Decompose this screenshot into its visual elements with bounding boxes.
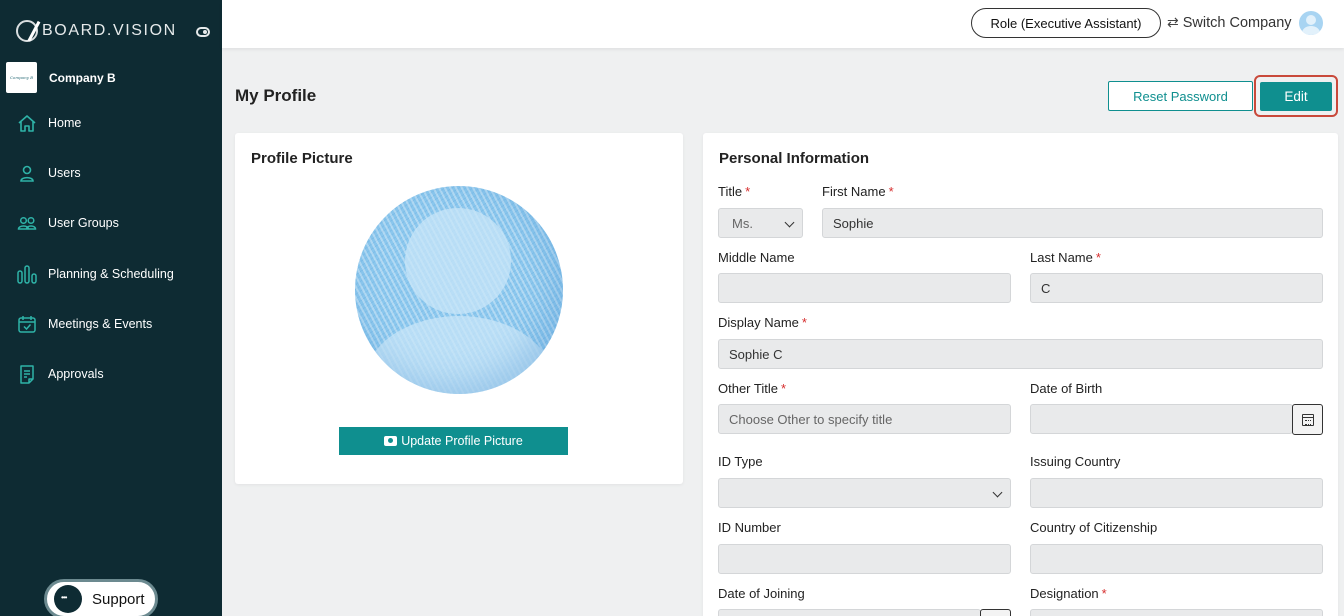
sidebar-item-label: Planning & Scheduling [48,267,174,281]
update-profile-picture-button[interactable]: Update Profile Picture [339,427,568,455]
brand-name: BOARD.VISION [42,22,177,39]
reset-password-button[interactable]: Reset Password [1108,81,1253,111]
title-select[interactable]: Ms. [718,208,803,238]
country-of-citizenship-field[interactable] [1030,544,1323,574]
last-name-field[interactable]: C [1030,273,1323,303]
user-icon [20,165,34,182]
issuing-country-label: Issuing Country [1030,454,1121,469]
user-groups-icon [17,216,37,230]
switch-arrows-icon: ⇄ [1167,14,1179,30]
date-of-birth-calendar-button[interactable] [1292,404,1323,435]
sidebar-item-label: Meetings & Events [48,317,153,331]
sidebar-toggle-icon[interactable] [196,27,210,37]
switch-company-label: Switch Company [1182,14,1292,31]
personal-information-title: Personal Information [719,150,870,167]
first-name-label: First Name * [822,184,894,199]
designation-field[interactable] [1030,609,1323,616]
date-of-birth-label: Date of Birth [1030,381,1103,396]
sidebar-item-approvals[interactable]: Approvals [0,354,222,394]
sidebar: BOARD.VISION Company B Company B Home Us… [0,0,222,616]
document-icon [20,365,34,384]
bar-chart-icon [17,265,37,284]
last-name-label: Last Name * [1030,250,1101,265]
middle-name-field[interactable] [718,273,1011,303]
company-logo: Company B [6,62,37,93]
display-name-label: Display Name * [718,315,807,330]
sidebar-item-planning-scheduling[interactable]: Planning & Scheduling [0,254,222,294]
first-name-field[interactable]: Sophie [822,208,1323,238]
support-button[interactable]: Support [44,579,158,616]
support-label: Support [92,590,145,608]
country-of-citizenship-label: Country of Citizenship [1030,520,1158,535]
title-label: Title * [718,184,751,199]
top-bar: Role (Executive Assistant) ⇄ Switch Comp… [222,0,1344,48]
edit-button[interactable]: Edit [1260,82,1332,111]
sidebar-item-label: Users [48,166,81,180]
company-name: Company B [49,70,116,85]
sidebar-item-label: Approvals [48,367,104,381]
sidebar-item-label: User Groups [48,216,119,230]
other-title-label: Other Title * [718,381,787,396]
sidebar-item-users[interactable]: Users [0,153,222,193]
profile-avatar [355,186,563,394]
sidebar-item-user-groups[interactable]: User Groups [0,203,222,243]
date-of-birth-field[interactable] [1030,404,1293,434]
chevron-down-icon [784,217,795,228]
page-title: My Profile [235,86,317,105]
brand-logo[interactable]: BOARD.VISION [16,20,177,42]
profile-picture-card: Profile Picture Update Profile Picture [235,133,683,484]
update-profile-picture-label: Update Profile Picture [401,434,523,448]
calendar-icon [1301,413,1314,426]
brand-logo-icon [16,20,38,42]
middle-name-label: Middle Name [718,250,795,265]
id-type-label: ID Type [718,454,763,469]
chevron-down-icon [992,487,1003,498]
date-of-joining-field[interactable] [718,609,981,616]
id-number-field[interactable] [718,544,1011,574]
chat-icon [54,585,82,613]
date-of-joining-label: Date of Joining [718,586,805,601]
user-avatar[interactable] [1299,11,1323,35]
company-selector[interactable]: Company B Company B [6,62,116,93]
camera-icon [384,436,398,446]
personal-information-card: Personal Information Title * Ms. First Na… [703,133,1338,616]
home-icon [18,115,36,132]
id-type-select[interactable] [718,478,1011,508]
designation-label: Designation * [1030,586,1107,601]
sidebar-item-meetings-events[interactable]: Meetings & Events [0,304,222,344]
switch-company-button[interactable]: ⇄ Switch Company [1167,14,1292,31]
edit-button-highlight: Edit [1254,75,1338,117]
other-title-field[interactable]: Choose Other to specify title [718,404,1011,434]
display-name-field[interactable]: Sophie C [718,339,1323,369]
sidebar-item-label: Home [48,116,82,130]
date-of-joining-calendar-button[interactable] [980,609,1011,616]
id-number-label: ID Number [718,520,781,535]
sidebar-item-home[interactable]: Home [0,103,222,143]
calendar-check-icon [18,316,36,333]
profile-picture-title: Profile Picture [251,150,353,167]
issuing-country-field[interactable] [1030,478,1323,508]
role-selector[interactable]: Role (Executive Assistant) [971,8,1161,38]
